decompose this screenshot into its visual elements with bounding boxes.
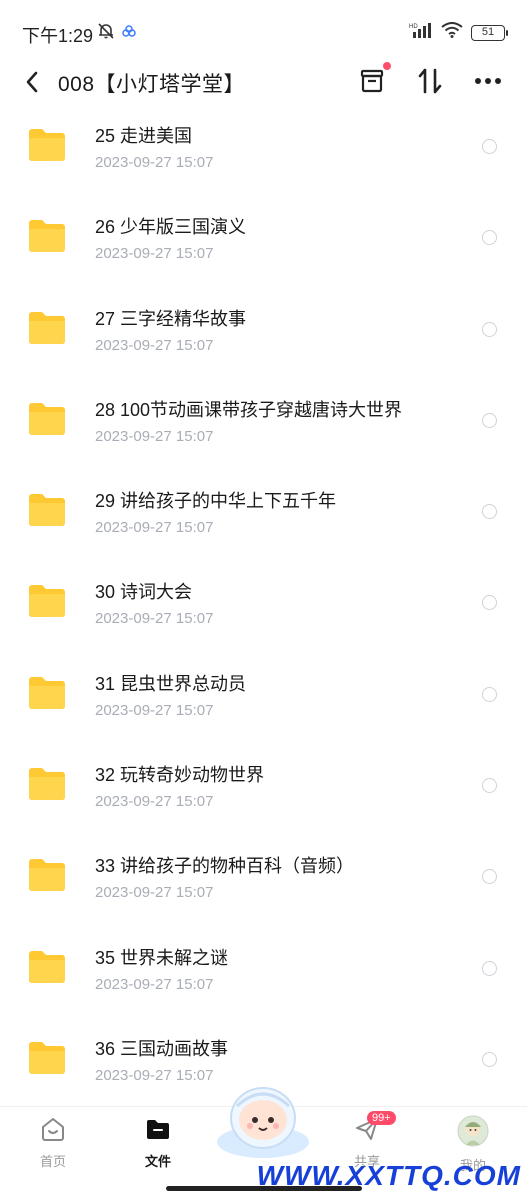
home-icon [42, 1118, 64, 1141]
file-name: 30 诗词大会 [95, 582, 193, 603]
status-left-icons [97, 22, 137, 45]
file-row[interactable]: 33 讲给孩子的物种百科（音频） 2023-09-27 15:07 [0, 838, 527, 929]
file-row[interactable]: 25 走进美国 2023-09-27 15:07 [0, 108, 527, 199]
more-dots-icon [475, 78, 501, 84]
file-name: 32 玩转奇妙动物世界 [95, 765, 265, 786]
file-name: 31 昆虫世界总动员 [95, 673, 247, 694]
file-date: 2023-09-27 15:07 [95, 701, 214, 719]
file-row[interactable]: 35 世界未解之谜 2023-09-27 15:07 [0, 930, 527, 1021]
file-date: 2023-09-27 15:07 [95, 884, 214, 902]
file-date: 2023-09-27 15:07 [95, 336, 214, 354]
more-button[interactable] [473, 66, 503, 96]
file-date: 2023-09-27 15:07 [95, 975, 214, 993]
file-row[interactable]: 31 昆虫世界总动员 2023-09-27 15:07 [0, 656, 527, 747]
folder-icon [27, 219, 67, 253]
bell-mute-icon [97, 22, 115, 45]
folder-filled-icon [147, 1120, 169, 1139]
select-radio[interactable] [482, 869, 497, 885]
tab-home[interactable]: 首页 [13, 1115, 93, 1170]
select-radio[interactable] [482, 139, 497, 154]
tab-files-label: 文件 [144, 1154, 171, 1169]
status-bar: 下午1:29 HD 51 [0, 0, 527, 64]
file-row[interactable]: 28 100节动画课带孩子穿越唐诗大世界 2023-09-27 15:07 [0, 382, 527, 473]
select-radio[interactable] [482, 412, 497, 428]
mascot-assistant-button[interactable] [215, 1078, 311, 1160]
signal-icon: HD [409, 22, 433, 43]
header: 008【小灯塔学堂】 [0, 56, 527, 108]
file-name: 28 100节动画课带孩子穿越唐诗大世界 [95, 399, 403, 420]
folder-icon [27, 584, 67, 618]
file-list: 25 走进美国 2023-09-27 15:07 26 少年版三国演义 2023-09… [0, 108, 527, 1112]
file-name: 35 世界未解之谜 [95, 947, 229, 968]
back-arrow-icon [26, 71, 38, 93]
share-badge: 99+ [367, 1111, 396, 1125]
file-name: 33 讲给孩子的物种百科（音频） [95, 856, 355, 877]
folder-icon [27, 767, 67, 801]
folder-icon [27, 311, 67, 345]
file-date: 2023-09-27 15:07 [95, 610, 214, 628]
folder-icon [27, 493, 67, 527]
folder-icon [27, 1041, 67, 1075]
folder-icon [27, 402, 67, 436]
folder-icon [27, 950, 67, 984]
wifi-icon [441, 22, 463, 43]
file-row[interactable]: 26 少年版三国演义 2023-09-27 15:07 [0, 199, 527, 290]
tab-home-label: 首页 [39, 1154, 66, 1169]
folder-icon [27, 676, 67, 710]
transfer-box-button[interactable] [357, 62, 391, 96]
network-label: HD [409, 24, 418, 30]
folder-icon [27, 858, 67, 892]
sort-arrows-icon [418, 68, 442, 94]
select-radio[interactable] [482, 321, 497, 337]
file-date: 2023-09-27 15:07 [95, 1066, 214, 1084]
page-title: 008【小灯塔学堂】 [58, 73, 246, 96]
select-radio[interactable] [482, 778, 497, 794]
select-radio[interactable] [482, 1051, 497, 1067]
file-name: 25 走进美国 [95, 126, 193, 146]
watermark: WWW.XXTTQ.COM [256, 1160, 521, 1191]
header-actions [357, 62, 503, 96]
status-right-icons: HD 51 [409, 22, 508, 43]
file-date: 2023-09-27 15:07 [95, 427, 214, 445]
file-name: 26 少年版三国演义 [95, 217, 247, 238]
select-radio[interactable] [482, 230, 497, 246]
notification-dot [383, 62, 391, 70]
file-row[interactable]: 30 诗词大会 2023-09-27 15:07 [0, 564, 527, 655]
file-date: 2023-09-27 15:07 [95, 519, 214, 537]
sort-button[interactable] [415, 66, 445, 96]
file-name: 29 讲给孩子的中华上下五千年 [95, 491, 337, 512]
select-radio[interactable] [482, 595, 497, 611]
file-date: 2023-09-27 15:07 [95, 793, 214, 811]
file-row[interactable]: 27 三字经精华故事 2023-09-27 15:07 [0, 291, 527, 382]
status-time: 下午1:29 [22, 26, 94, 46]
file-name: 36 三国动画故事 [95, 1038, 229, 1059]
file-date: 2023-09-27 15:07 [95, 154, 214, 171]
select-radio[interactable] [482, 960, 497, 976]
folder-icon [27, 128, 67, 162]
box-icon [360, 69, 384, 93]
file-row[interactable]: 32 玩转奇妙动物世界 2023-09-27 15:07 [0, 747, 527, 838]
select-radio[interactable] [482, 686, 497, 702]
select-radio[interactable] [482, 504, 497, 520]
file-name: 27 三字经精华故事 [95, 308, 247, 329]
file-date: 2023-09-27 15:07 [95, 245, 214, 263]
battery-indicator: 51 [471, 24, 508, 41]
mascot-icon [217, 1087, 309, 1158]
avatar [457, 1115, 489, 1147]
cloud-sync-icon [121, 24, 137, 43]
file-row[interactable]: 29 讲给孩子的中华上下五千年 2023-09-27 15:07 [0, 473, 527, 564]
tab-files[interactable]: 文件 [118, 1115, 198, 1170]
back-button[interactable] [20, 68, 44, 96]
